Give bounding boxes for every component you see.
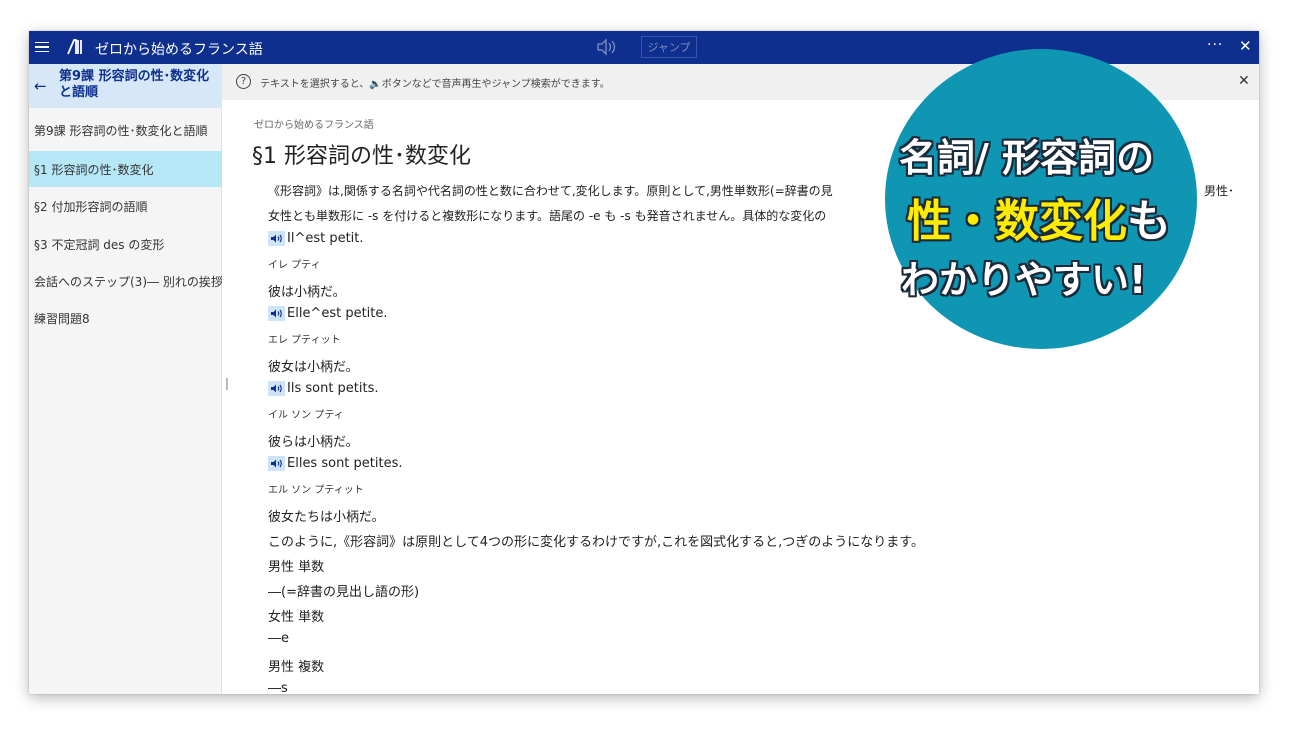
sidebar-item-section3[interactable]: §3 不定冠詞 des の変形 bbox=[29, 226, 222, 262]
example-line: Ils sont petits. bbox=[268, 381, 379, 396]
pronunciation-line: エル ソン プティット bbox=[268, 481, 364, 496]
example-line: 彼らは小柄だ。 bbox=[268, 431, 359, 450]
sidebar-item-lesson9[interactable]: 第9課 形容詞の性･数変化と語順 bbox=[29, 112, 222, 148]
line-text: 彼は小柄だ。 bbox=[268, 285, 346, 300]
line-text: 彼女たちは小柄だ。 bbox=[268, 510, 385, 525]
section-heading: §1 形容詞の性･数変化 bbox=[252, 144, 471, 169]
line-text: 男性 複数 bbox=[268, 660, 325, 675]
play-audio-icon[interactable] bbox=[268, 306, 285, 321]
play-audio-icon[interactable] bbox=[268, 381, 285, 396]
sidebar-item-section1[interactable]: §1 形容詞の性･数変化 bbox=[29, 151, 222, 187]
example-line: 彼は小柄だ。 bbox=[268, 281, 346, 300]
sidebar-item-label: 第9課 形容詞の性･数変化と語順 bbox=[34, 123, 208, 138]
paragraph-line: 《形容詞》は,関係する名詞や代名詞の性と数に合わせて,変化します。原則として,男… bbox=[268, 182, 1234, 199]
promo-line-2-tail: も bbox=[1127, 196, 1171, 247]
promo-line-3: わかりやすい! bbox=[901, 258, 1147, 302]
example-line: 女性 単数 bbox=[268, 606, 324, 625]
promo-highlight: 性・数変化 bbox=[907, 196, 1127, 247]
line-text: イレ プティ bbox=[268, 260, 321, 271]
sidebar-header-title: 第9課 形容詞の性･数変化と語順 bbox=[59, 69, 210, 100]
example-line: 男性 複数 bbox=[268, 656, 324, 675]
sidebar-item-conversation[interactable]: 会話へのステップ(3)― 別れの挨拶 bbox=[29, 263, 222, 299]
more-options-icon[interactable]: ··· bbox=[1207, 37, 1223, 53]
line-text: 彼らは小柄だ。 bbox=[268, 435, 359, 450]
line-text: 男性 単数 bbox=[268, 560, 325, 575]
example-line: 彼女たちは小柄だ。 bbox=[268, 506, 385, 525]
sidebar-item-section2[interactable]: §2 付加形容詞の語順 bbox=[29, 188, 222, 224]
sidebar-item-label: §3 不定冠詞 des の変形 bbox=[34, 237, 165, 252]
app-title: ゼロから始めるフランス語 bbox=[95, 42, 263, 58]
example-line: 男性 単数 bbox=[268, 556, 324, 575]
line-text: Elle^est petite. bbox=[287, 306, 388, 321]
sidebar-item-label: 会話へのステップ(3)― 別れの挨拶 bbox=[34, 274, 222, 289]
example-line: ―e bbox=[268, 631, 289, 646]
line-text: 女性 単数 bbox=[268, 610, 325, 625]
promo-line-1: 名詞/ 形容詞の bbox=[899, 136, 1155, 180]
example-line: 彼女は小柄だ。 bbox=[268, 356, 359, 375]
sidebar-item-exercises[interactable]: 練習問題8 bbox=[29, 300, 222, 336]
back-arrow-icon[interactable]: ← bbox=[34, 77, 47, 95]
example-line: Elles sont petites. bbox=[268, 456, 403, 471]
line-text: エル ソン プティット bbox=[268, 485, 364, 496]
paragraph-text: 《形容詞》は,関係する名詞や代名詞の性と数に合わせて,変化します。原則として,男… bbox=[268, 184, 833, 198]
help-icon[interactable]: ? bbox=[236, 74, 251, 89]
line-text: エレ プティット bbox=[268, 335, 341, 346]
pronunciation-line: イレ プティ bbox=[268, 256, 321, 271]
example-line: ―(=辞書の見出し語の形) bbox=[268, 581, 419, 600]
example-line: Il^est petit. bbox=[268, 231, 364, 246]
info-text: テキストを選択すると、🔈ボタンなどで音声再生やジャンプ検索ができます。 bbox=[260, 79, 610, 90]
example-line: Elle^est petite. bbox=[268, 306, 388, 321]
sidebar-header: ← 第9課 形容詞の性･数変化と語順 bbox=[29, 64, 222, 108]
example-line: ―s bbox=[268, 681, 288, 694]
promo-line-2: 性・数変化も bbox=[907, 185, 1171, 249]
play-audio-icon[interactable] bbox=[268, 231, 285, 246]
promo-bubble: 名詞/ 形容詞の 性・数変化も わかりやすい! bbox=[885, 49, 1197, 349]
paragraph-tail: 男性･ bbox=[1204, 184, 1235, 198]
pronunciation-line: イル ソン プティ bbox=[268, 406, 344, 421]
book-title: ゼロから始めるフランス語 bbox=[254, 120, 374, 131]
line-text: イル ソン プティ bbox=[268, 410, 344, 421]
line-text: 彼女は小柄だ。 bbox=[268, 360, 359, 375]
line-text: ―e bbox=[268, 631, 289, 646]
sidebar: ← 第9課 形容詞の性･数変化と語順 第9課 形容詞の性･数変化と語順 §1 形… bbox=[29, 64, 222, 694]
line-text: このように,《形容詞》は原則として4つの形に変化するわけですが,これを図式化する… bbox=[268, 535, 924, 550]
pronunciation-line: エレ プティット bbox=[268, 331, 341, 346]
hamburger-menu-icon[interactable] bbox=[35, 37, 55, 57]
play-audio-icon[interactable] bbox=[268, 456, 285, 471]
example-line: このように,《形容詞》は原則として4つの形に変化するわけですが,これを図式化する… bbox=[268, 531, 924, 550]
jump-button[interactable]: ジャンプ bbox=[641, 36, 697, 58]
paragraph-line: 女性とも単数形に -s を付けると複数形になります。語尾の -e も -s も発… bbox=[268, 209, 827, 223]
sidebar-item-label: §2 付加形容詞の語順 bbox=[34, 199, 148, 214]
sidebar-item-label: §1 形容詞の性･数変化 bbox=[34, 162, 154, 177]
splitter-handle[interactable] bbox=[226, 378, 228, 390]
close-window-icon[interactable]: ✕ bbox=[1239, 37, 1252, 55]
speaker-icon[interactable] bbox=[596, 38, 620, 56]
line-text: Elles sont petites. bbox=[287, 456, 403, 471]
line-text: Il^est petit. bbox=[287, 231, 364, 246]
app-logo-icon bbox=[67, 39, 82, 55]
line-text: Ils sont petits. bbox=[287, 381, 379, 396]
close-infobar-icon[interactable]: ✕ bbox=[1238, 73, 1250, 89]
line-text: ―s bbox=[268, 681, 288, 694]
sidebar-item-label: 練習問題8 bbox=[34, 311, 90, 326]
line-text: ―(=辞書の見出し語の形) bbox=[268, 585, 420, 600]
